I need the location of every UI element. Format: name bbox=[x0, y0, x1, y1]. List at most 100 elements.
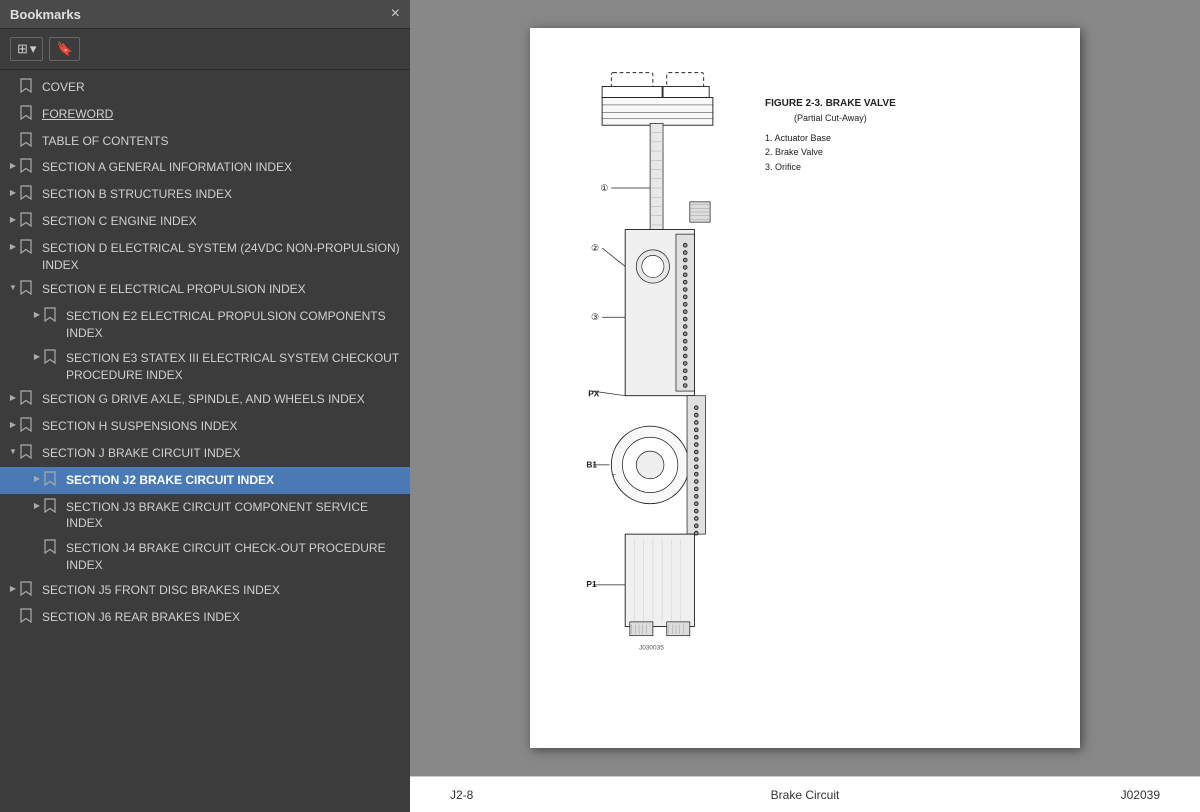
bookmark-ribbon-icon bbox=[44, 348, 60, 369]
bookmark-label-sec-j5: SECTION J5 FRONT DISC BRAKES INDEX bbox=[42, 580, 404, 599]
svg-text:③: ③ bbox=[591, 312, 599, 322]
sidebar: Bookmarks × ⊞ ▾ 🔖 COVER FOREWORD TABLE OF … bbox=[0, 0, 410, 812]
bookmark-ribbon-icon bbox=[20, 607, 36, 628]
bookmark-ribbon-icon bbox=[20, 238, 36, 259]
bookmark-item-sec-e2[interactable]: SECTION E2 ELECTRICAL PROPULSION COMPONE… bbox=[0, 303, 410, 345]
bookmark-icon: 🔖 bbox=[56, 41, 72, 57]
svg-text:PX: PX bbox=[588, 389, 600, 399]
chevron-right-icon[interactable] bbox=[6, 416, 20, 432]
bookmark-ribbon-icon bbox=[20, 157, 36, 178]
chevron-down-icon: ▾ bbox=[30, 41, 37, 57]
figure-legend: 1. Actuator Base2. Brake Valve3. Orifice bbox=[765, 131, 896, 174]
bookmark-label-sec-e3: SECTION E3 STATEX III ELECTRICAL SYSTEM … bbox=[66, 348, 404, 384]
bookmark-ribbon-icon bbox=[20, 443, 36, 464]
bookmark-label-sec-d: SECTION D ELECTRICAL SYSTEM (24VDC NON-P… bbox=[42, 238, 404, 274]
bookmark-label-sec-a: SECTION A GENERAL INFORMATION INDEX bbox=[42, 157, 404, 176]
svg-text:J030035: J030035 bbox=[639, 645, 664, 652]
chevron-right-icon[interactable] bbox=[6, 389, 20, 405]
bookmark-label-foreword: FOREWORD bbox=[42, 104, 404, 123]
expand-grid-icon: ⊞ bbox=[17, 41, 28, 57]
bookmark-label-sec-g: SECTION G DRIVE AXLE, SPINDLE, AND WHEEL… bbox=[42, 389, 404, 408]
sidebar-header: Bookmarks × bbox=[0, 0, 410, 29]
bookmark-item-sec-e[interactable]: SECTION E ELECTRICAL PROPULSION INDEX bbox=[0, 276, 410, 303]
chevron-right-icon[interactable] bbox=[6, 580, 20, 596]
bookmark-ribbon-icon bbox=[20, 104, 36, 125]
bookmark-item-sec-d[interactable]: SECTION D ELECTRICAL SYSTEM (24VDC NON-P… bbox=[0, 235, 410, 277]
bookmark-item-sec-j[interactable]: SECTION J BRAKE CIRCUIT INDEX bbox=[0, 440, 410, 467]
chevron-right-icon[interactable] bbox=[6, 211, 20, 227]
close-button[interactable]: × bbox=[391, 6, 400, 22]
bookmark-item-sec-g[interactable]: SECTION G DRIVE AXLE, SPINDLE, AND WHEEL… bbox=[0, 386, 410, 413]
chevron-right-icon[interactable] bbox=[30, 497, 44, 513]
chevron-right-icon[interactable] bbox=[6, 238, 20, 254]
chevron-right-icon[interactable] bbox=[6, 157, 20, 173]
bookmark-label-sec-b: SECTION B STRUCTURES INDEX bbox=[42, 184, 404, 203]
bookmark-ribbon-icon bbox=[44, 306, 60, 327]
chevron-right-icon[interactable] bbox=[30, 348, 44, 364]
bookmark-item-sec-j4[interactable]: SECTION J4 BRAKE CIRCUIT CHECK-OUT PROCE… bbox=[0, 535, 410, 577]
bookmark-item-sec-j2[interactable]: SECTION J2 BRAKE CIRCUIT INDEX bbox=[0, 467, 410, 494]
footer-page-number: J2-8 bbox=[450, 788, 530, 802]
figure-title: FIGURE 2-3. BRAKE VALVE bbox=[765, 98, 896, 109]
bookmark-icon-button[interactable]: 🔖 bbox=[49, 37, 79, 61]
bookmark-ribbon-icon bbox=[20, 580, 36, 601]
brake-valve-drawing: ① ② ③ PX B1 P1 T J030035 bbox=[580, 68, 735, 668]
bookmark-ribbon-icon bbox=[20, 77, 36, 98]
pdf-footer: J2-8 Brake Circuit J02039 bbox=[410, 776, 1200, 812]
bookmark-ribbon-icon bbox=[20, 184, 36, 205]
chevron-right-icon[interactable] bbox=[30, 306, 44, 322]
chevron-right-icon[interactable] bbox=[6, 184, 20, 200]
bookmark-ribbon-icon bbox=[20, 389, 36, 410]
bookmark-ribbon-icon bbox=[44, 470, 60, 491]
bookmark-label-toc: TABLE OF CONTENTS bbox=[42, 131, 404, 150]
chevron-right-icon[interactable] bbox=[30, 470, 44, 486]
main-content: ① ② ③ PX B1 P1 T J030035 FIGURE 2-3. BRA… bbox=[410, 0, 1200, 812]
bookmark-ribbon-icon bbox=[20, 211, 36, 232]
svg-text:P1: P1 bbox=[586, 579, 597, 589]
bookmark-item-sec-j5[interactable]: SECTION J5 FRONT DISC BRAKES INDEX bbox=[0, 577, 410, 604]
bookmark-ribbon-icon bbox=[44, 497, 60, 518]
bookmark-item-sec-a[interactable]: SECTION A GENERAL INFORMATION INDEX bbox=[0, 154, 410, 181]
legend-item: 3. Orifice bbox=[765, 160, 896, 174]
pdf-viewport: ① ② ③ PX B1 P1 T J030035 FIGURE 2-3. BRA… bbox=[410, 0, 1200, 776]
bookmark-ribbon-icon bbox=[20, 416, 36, 437]
pdf-page: ① ② ③ PX B1 P1 T J030035 FIGURE 2-3. BRA… bbox=[530, 28, 1080, 748]
bookmark-item-sec-b[interactable]: SECTION B STRUCTURES INDEX bbox=[0, 181, 410, 208]
bookmark-item-sec-h[interactable]: SECTION H SUSPENSIONS INDEX bbox=[0, 413, 410, 440]
legend-item: 2. Brake Valve bbox=[765, 145, 896, 159]
figure-drawing-container: ① ② ③ PX B1 P1 T J030035 bbox=[580, 68, 735, 673]
bookmark-item-sec-j3[interactable]: SECTION J3 BRAKE CIRCUIT COMPONENT SERVI… bbox=[0, 494, 410, 536]
bookmark-item-foreword[interactable]: FOREWORD bbox=[0, 101, 410, 128]
sidebar-title: Bookmarks bbox=[10, 7, 81, 22]
bookmark-item-sec-e3[interactable]: SECTION E3 STATEX III ELECTRICAL SYSTEM … bbox=[0, 345, 410, 387]
bookmark-label-sec-j: SECTION J BRAKE CIRCUIT INDEX bbox=[42, 443, 404, 462]
bookmark-ribbon-icon bbox=[44, 538, 60, 559]
bookmark-label-cover: COVER bbox=[42, 77, 404, 96]
legend-item: 1. Actuator Base bbox=[765, 131, 896, 145]
expand-all-button[interactable]: ⊞ ▾ bbox=[10, 37, 43, 61]
bookmark-item-cover[interactable]: COVER bbox=[0, 74, 410, 101]
svg-text:②: ② bbox=[591, 243, 599, 253]
footer-section-name: Brake Circuit bbox=[771, 788, 840, 802]
bookmark-item-sec-c[interactable]: SECTION C ENGINE INDEX bbox=[0, 208, 410, 235]
bookmark-label-sec-j2: SECTION J2 BRAKE CIRCUIT INDEX bbox=[66, 470, 404, 489]
chevron-down-icon[interactable] bbox=[6, 279, 20, 295]
bookmark-ribbon-icon bbox=[20, 279, 36, 300]
bookmark-item-toc[interactable]: TABLE OF CONTENTS bbox=[0, 128, 410, 155]
svg-text:①: ① bbox=[600, 183, 608, 193]
bookmark-label-sec-e: SECTION E ELECTRICAL PROPULSION INDEX bbox=[42, 279, 404, 298]
svg-text:B1: B1 bbox=[586, 460, 597, 470]
footer-doc-number: J02039 bbox=[1080, 788, 1160, 802]
svg-text:T: T bbox=[611, 472, 616, 481]
bookmark-list: COVER FOREWORD TABLE OF CONTENTS SECTION A … bbox=[0, 70, 410, 812]
figure-subtitle: (Partial Cut-Away) bbox=[765, 113, 896, 123]
bookmark-ribbon-icon bbox=[20, 131, 36, 152]
bookmark-label-sec-j4: SECTION J4 BRAKE CIRCUIT CHECK-OUT PROCE… bbox=[66, 538, 404, 574]
pdf-figure: ① ② ③ PX B1 P1 T J030035 FIGURE 2-3. BRA… bbox=[580, 68, 896, 673]
bookmark-label-sec-j6: SECTION J6 REAR BRAKES INDEX bbox=[42, 607, 404, 626]
chevron-down-icon[interactable] bbox=[6, 443, 20, 459]
bookmark-label-sec-e2: SECTION E2 ELECTRICAL PROPULSION COMPONE… bbox=[66, 306, 404, 342]
bookmark-label-sec-h: SECTION H SUSPENSIONS INDEX bbox=[42, 416, 404, 435]
bookmark-item-sec-j6[interactable]: SECTION J6 REAR BRAKES INDEX bbox=[0, 604, 410, 631]
bookmark-label-sec-j3: SECTION J3 BRAKE CIRCUIT COMPONENT SERVI… bbox=[66, 497, 404, 533]
